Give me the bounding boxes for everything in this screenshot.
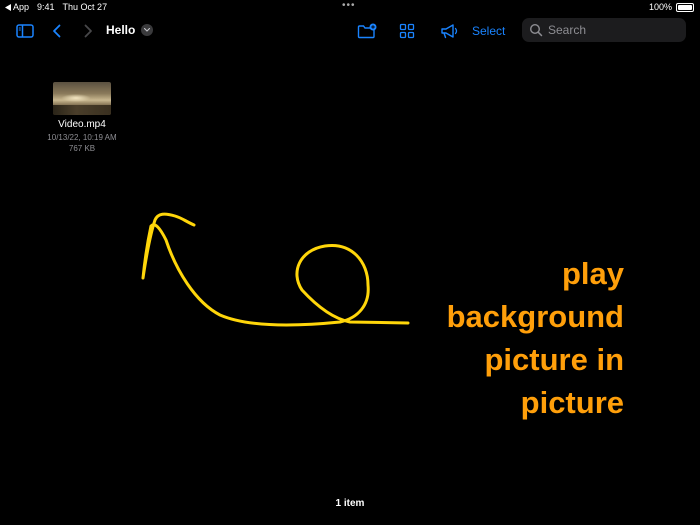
annotation-line: picture in	[484, 342, 624, 377]
item-count: 1 item	[335, 498, 365, 509]
annotation-line: background	[446, 299, 624, 334]
annotation-line: play	[561, 256, 624, 291]
annotation-line: picture	[520, 385, 624, 420]
annotation-text: play background picture in picture	[447, 252, 624, 424]
